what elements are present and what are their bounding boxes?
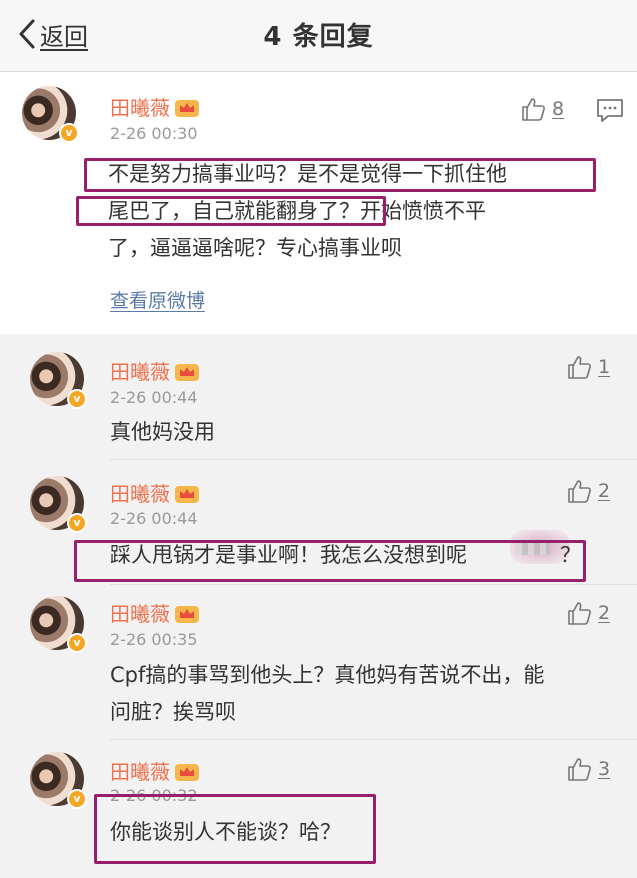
username-label: 田曦薇: [110, 96, 170, 120]
thumbs-up-icon: [522, 98, 545, 121]
highlight-box: [76, 196, 386, 226]
main-comment: v 田曦薇 2-26 00:30 8 不是努力搞事业吗？是不是觉得一下抓住他 尾…: [0, 72, 637, 334]
comment-time: 2-26 00:30: [110, 124, 198, 143]
verified-badge-icon: v: [67, 789, 87, 809]
like-count: 2: [598, 480, 611, 502]
like-button[interactable]: 8: [520, 96, 564, 122]
like-count: 1: [598, 356, 611, 378]
thumbs-up-icon: [568, 480, 591, 503]
crown-badge-icon: [175, 99, 199, 117]
crown-badge-icon: [175, 605, 199, 623]
username[interactable]: 田曦薇: [110, 478, 200, 507]
divider: [110, 739, 637, 740]
avatar[interactable]: v: [30, 352, 87, 409]
reply-text: Cpf搞的事骂到他头上？真他妈有苦说不出，能: [110, 663, 545, 687]
highlight-box: [74, 540, 586, 582]
comment-time: 2-26 00:35: [110, 630, 198, 649]
comment-icon[interactable]: [596, 98, 624, 124]
divider: [110, 459, 637, 460]
crown-badge-icon: [175, 763, 199, 781]
highlight-box: [84, 158, 596, 192]
like-count: 8: [552, 98, 565, 120]
crown-badge-icon: [175, 363, 199, 381]
reply-text: 真他妈没用: [110, 420, 215, 444]
thumbs-up-icon: [568, 602, 591, 625]
username-label: 田曦薇: [110, 360, 170, 384]
verified-badge-icon: v: [67, 513, 87, 533]
thumbs-up-icon: [568, 758, 591, 781]
comment-time: 2-26 00:44: [110, 388, 198, 407]
username[interactable]: 田曦薇: [110, 756, 200, 785]
username[interactable]: 田曦薇: [110, 92, 200, 121]
like-count: 2: [598, 602, 611, 624]
like-button[interactable]: 3: [566, 756, 610, 782]
username[interactable]: 田曦薇: [110, 598, 200, 627]
username-label: 田曦薇: [110, 482, 170, 506]
username-label: 田曦薇: [110, 602, 170, 626]
verified-badge-icon: v: [67, 633, 87, 653]
verified-badge-icon: v: [59, 123, 79, 143]
thumbs-up-icon: [568, 356, 591, 379]
like-button[interactable]: 1: [566, 354, 610, 380]
reply-text: 问脏？挨骂呗: [110, 700, 236, 724]
avatar[interactable]: v: [30, 476, 87, 533]
verified-badge-icon: v: [67, 389, 87, 409]
avatar[interactable]: v: [30, 752, 87, 809]
username-label: 田曦薇: [110, 760, 170, 784]
username[interactable]: 田曦薇: [110, 356, 200, 385]
reply-list: v 田曦薇 2-26 00:44 1 真他妈没用 v 田曦薇 2-26 00:4…: [0, 334, 637, 878]
view-original-link[interactable]: 查看原微博: [110, 286, 205, 313]
page-title: 4 条回复: [263, 22, 374, 52]
like-button[interactable]: 2: [566, 478, 610, 504]
divider: [110, 584, 637, 585]
highlight-box: [94, 794, 376, 864]
avatar[interactable]: v: [22, 86, 79, 143]
crown-badge-icon: [175, 485, 199, 503]
like-count: 3: [598, 758, 611, 780]
comment-time: 2-26 00:44: [110, 509, 198, 528]
avatar[interactable]: v: [30, 596, 87, 653]
top-bar: 返回 4 条回复: [0, 0, 637, 72]
like-button[interactable]: 2: [566, 600, 610, 626]
comment-line-3: 了，逼逼逼啥呢？专心搞事业呗: [108, 236, 402, 260]
